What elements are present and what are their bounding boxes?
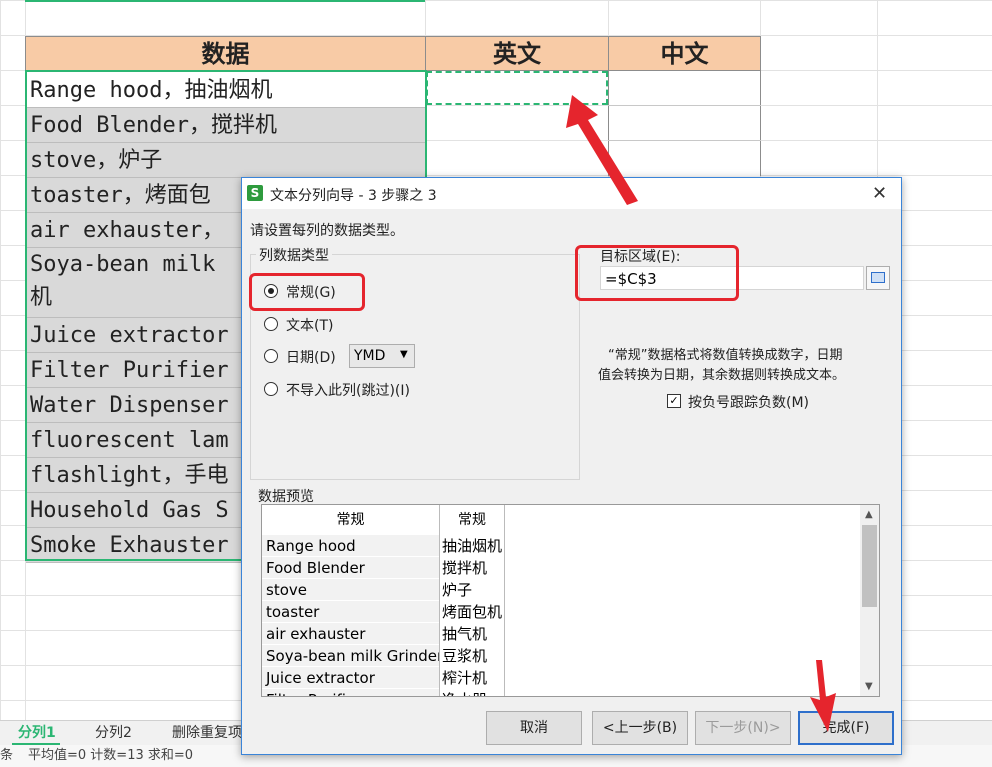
arrow-to-target-icon bbox=[566, 95, 638, 205]
arrow-to-finish-icon bbox=[810, 660, 836, 732]
annotation-arrows bbox=[566, 95, 836, 732]
